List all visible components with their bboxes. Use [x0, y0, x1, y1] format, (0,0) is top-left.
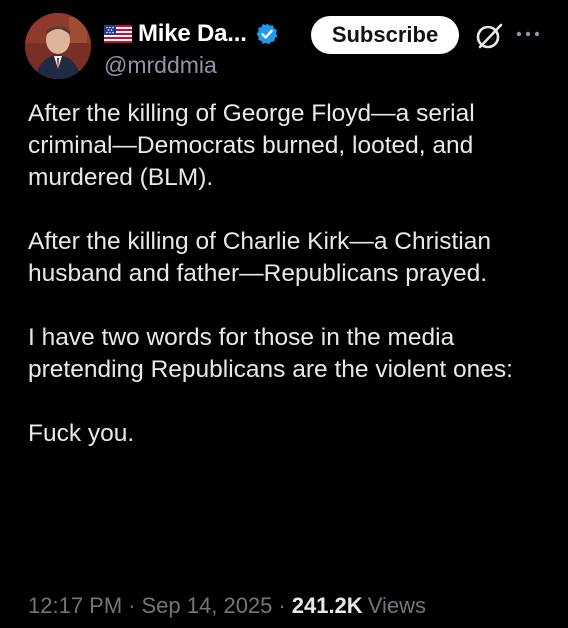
tweet-header: Mike Da... @mrddmia Subscribe [0, 0, 568, 90]
tweet-paragraph: After the killing of Charlie Kirk—a Chri… [28, 228, 491, 287]
tweet-date[interactable]: Sep 14, 2025 [142, 593, 273, 619]
tweet-meta: 12:17 PM · Sep 14, 2025 · 241.2K Views [28, 593, 426, 619]
tweet-paragraph: Fuck you. [28, 420, 135, 447]
views-label: Views [367, 593, 426, 618]
tweet-text: After the killing of George Floyd—a seri… [28, 98, 558, 482]
meta-separator: · [128, 593, 136, 618]
more-options-icon[interactable] [515, 28, 541, 40]
views-count[interactable]: 241.2K [292, 593, 363, 619]
tweet-time[interactable]: 12:17 PM [28, 593, 122, 619]
author-display-name[interactable]: Mike Da... [138, 20, 247, 48]
grok-icon[interactable] [474, 21, 504, 51]
tweet-paragraph: I have two words for those in the media … [28, 324, 513, 383]
tweet-paragraph: After the killing of George Floyd—a seri… [28, 100, 475, 191]
profile-avatar[interactable] [25, 13, 91, 79]
subscribe-button[interactable]: Subscribe [311, 16, 459, 54]
meta-separator: · [278, 593, 286, 618]
avatar-image [25, 13, 91, 79]
author-name-row[interactable]: Mike Da... [104, 20, 279, 48]
author-handle[interactable]: @mrddmia [104, 52, 217, 79]
verified-badge-icon [256, 23, 278, 45]
us-flag-icon [104, 25, 132, 43]
